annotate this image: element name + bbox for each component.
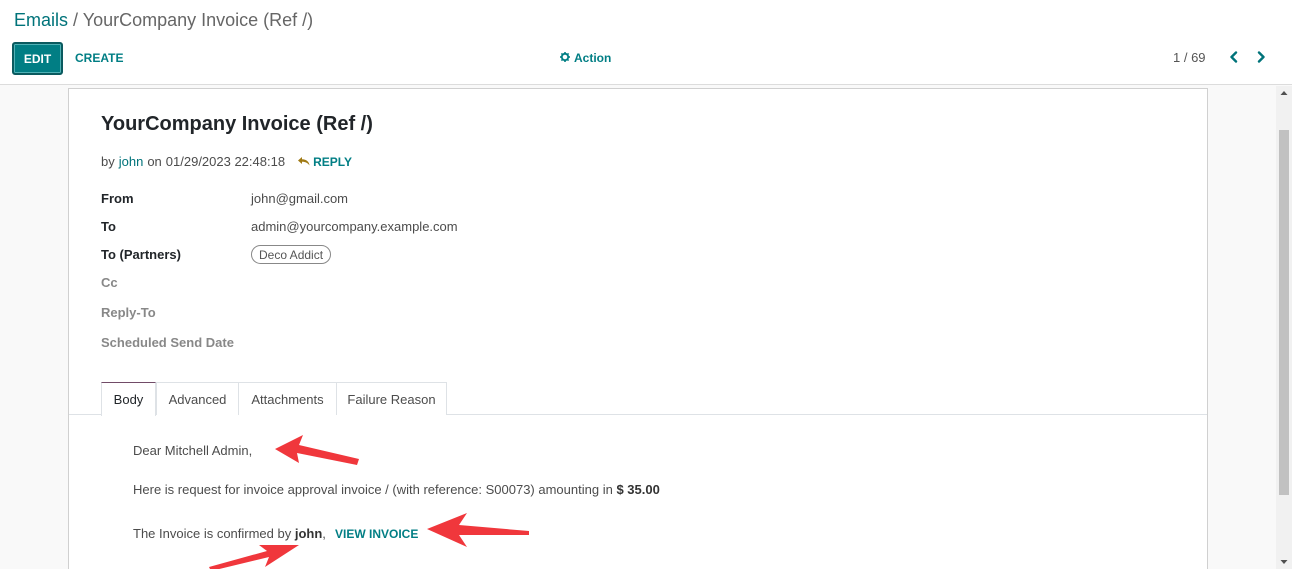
- vertical-scrollbar[interactable]: [1276, 86, 1292, 569]
- annotation-arrow-icon: [209, 545, 299, 569]
- to-value: admin@yourcompany.example.com: [251, 219, 458, 234]
- view-invoice-button[interactable]: VIEW INVOICE: [335, 527, 418, 541]
- reply-icon: [297, 155, 311, 169]
- pager-next-button[interactable]: [1253, 48, 1269, 66]
- action-label: Action: [574, 51, 612, 65]
- on-label: on: [147, 154, 162, 169]
- email-meta: by john on 01/29/2023 22:48:18 REPLY: [101, 154, 352, 169]
- confirmed-text: The Invoice is confirmed by: [133, 526, 292, 541]
- body-line-approval: Here is request for invoice approval inv…: [133, 482, 660, 497]
- email-subject-title: YourCompany Invoice (Ref /): [101, 113, 373, 135]
- from-value: john@gmail.com: [251, 191, 349, 206]
- tab-attachments[interactable]: Attachments: [238, 382, 337, 415]
- pager-previous-button[interactable]: [1226, 48, 1242, 66]
- by-label: by: [101, 154, 115, 169]
- scrollbar-thumb[interactable]: [1279, 130, 1289, 495]
- confirmed-comma: ,: [322, 526, 326, 541]
- pager-value[interactable]: 1 / 69: [1173, 50, 1206, 65]
- edit-button[interactable]: EDIT: [12, 42, 63, 75]
- body-line-confirmed: The Invoice is confirmed by john,: [133, 526, 326, 541]
- breadcrumb-separator: /: [73, 10, 79, 30]
- scroll-up-icon[interactable]: [1276, 86, 1292, 100]
- breadcrumb-emails-link[interactable]: Emails: [14, 10, 68, 30]
- annotation-arrow-icon: [427, 513, 529, 547]
- body-greeting: Dear Mitchell Admin,: [133, 443, 253, 458]
- scheduled-send-date-label: Scheduled Send Date: [101, 335, 234, 350]
- chevron-right-icon: [1256, 48, 1266, 67]
- breadcrumb-current: YourCompany Invoice (Ref /): [82, 10, 314, 30]
- tab-advanced[interactable]: Advanced: [156, 382, 239, 415]
- tab-failure-reason[interactable]: Failure Reason: [336, 382, 447, 415]
- confirmed-by: john: [294, 526, 323, 541]
- invoice-amount: $ 35.00: [616, 482, 660, 497]
- tab-body[interactable]: Body: [101, 382, 156, 416]
- partner-tag[interactable]: Deco Addict: [251, 245, 332, 264]
- chevron-left-icon: [1229, 48, 1239, 67]
- annotation-arrow-icon: [275, 435, 359, 465]
- breadcrumb: Emails / YourCompany Invoice (Ref /): [14, 10, 313, 31]
- email-form-sheet: YourCompany Invoice (Ref /) by john on 0…: [68, 88, 1208, 569]
- control-panel: Emails / YourCompany Invoice (Ref /) EDI…: [0, 0, 1292, 85]
- scroll-down-icon[interactable]: [1276, 555, 1292, 569]
- reply-to-label: Reply-To: [101, 305, 156, 320]
- reply-button[interactable]: REPLY: [297, 155, 352, 169]
- cc-label: Cc: [101, 275, 118, 290]
- notebook-tabs: Body Advanced Attachments Failure Reason: [69, 382, 1207, 416]
- email-date: 01/29/2023 22:48:18: [165, 154, 286, 169]
- create-button[interactable]: CREATE: [75, 51, 123, 65]
- author-link[interactable]: john: [119, 154, 144, 169]
- approval-text: Here is request for invoice approval inv…: [133, 482, 613, 497]
- reply-label: REPLY: [313, 154, 352, 169]
- from-label: From: [101, 191, 134, 206]
- to-label: To: [101, 219, 116, 234]
- gear-icon: [560, 51, 570, 65]
- action-dropdown[interactable]: Action: [560, 51, 611, 65]
- to-partners-label: To (Partners): [101, 247, 181, 262]
